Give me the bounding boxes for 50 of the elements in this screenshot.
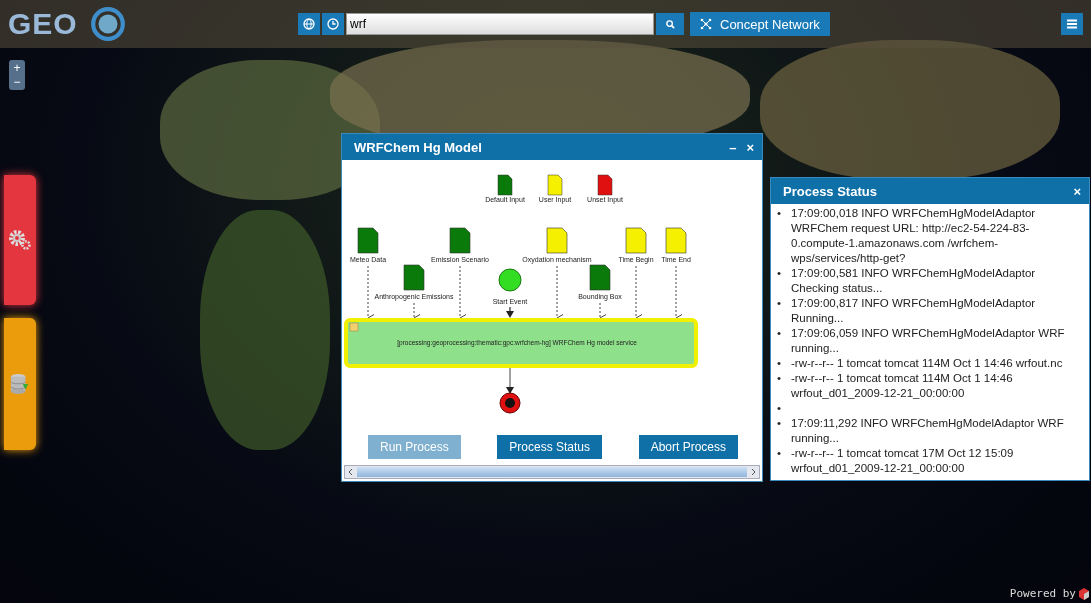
end-event-icon bbox=[499, 392, 521, 414]
gears-icon bbox=[8, 229, 32, 251]
search-field[interactable]: wrf bbox=[346, 13, 654, 35]
zoom-out-button[interactable]: − bbox=[10, 75, 24, 89]
log-entry: 17:09:11,292 INFO WRFChemHgModelAdaptor WRF running... bbox=[791, 416, 1065, 446]
arrow bbox=[506, 306, 514, 318]
logo-icon bbox=[1079, 587, 1089, 600]
concept-network-button[interactable]: Concept Network bbox=[690, 12, 830, 36]
bullet: • bbox=[777, 326, 783, 341]
dialog-title: WRFChem Hg Model bbox=[354, 139, 482, 155]
database-icon bbox=[10, 373, 30, 395]
clock-button[interactable] bbox=[322, 13, 344, 35]
network-icon bbox=[700, 18, 712, 30]
powered-by-text: Powered by bbox=[1009, 587, 1076, 600]
arrow bbox=[506, 367, 514, 394]
search-icon bbox=[664, 18, 676, 30]
note-icon bbox=[349, 322, 359, 332]
globe-button[interactable] bbox=[298, 13, 320, 35]
bullet: • bbox=[777, 416, 783, 431]
start-event-circle bbox=[498, 268, 522, 292]
log-entry: 17:09:00,018 INFO WRFChemHgModelAdaptor WRFChem request URL: http://ec2-54-224-83-0.compute-1.amazonaws.com /wrfchem-wps/services/http-get? bbox=[791, 206, 1037, 266]
horizontal-scrollbar[interactable] bbox=[344, 465, 760, 479]
logo: GEO bbox=[8, 7, 78, 41]
bullet: • bbox=[777, 371, 783, 386]
bullet: • bbox=[777, 446, 783, 461]
bullet: • bbox=[777, 206, 783, 221]
log-entry: 17:09:00,817 INFO WRFChemHgModelAdaptor Running... bbox=[791, 296, 1037, 326]
processing-side-tab[interactable] bbox=[4, 175, 36, 305]
minimize-button[interactable]: – bbox=[727, 139, 739, 155]
menu-button[interactable] bbox=[1061, 13, 1083, 35]
close-button[interactable]: × bbox=[1071, 183, 1083, 199]
bullet: • bbox=[777, 356, 783, 371]
log-entry: -rw-r--r-- 1 tomcat tomcat 17M Oct 12 15:09 wrfout_d01_2009-12-21_00:00:00 bbox=[791, 446, 1015, 476]
log-entry: -rw-r--r-- 1 tomcat tomcat 114M Oct 1 14:46 wrfout_d01_2009-12-21_00:00:00 bbox=[791, 371, 1014, 401]
bullet: • bbox=[777, 296, 783, 311]
globe-emblem-icon bbox=[89, 6, 126, 42]
process-button[interactable]: Process Status bbox=[497, 435, 602, 459]
clock-icon bbox=[327, 18, 339, 30]
log-entry: -rw-r--r-- 1 tomcat tomcat 114M Oct 1 14:46 wrfout.nc bbox=[791, 356, 1064, 371]
panel-title: Process Status bbox=[783, 183, 877, 199]
zoom-in-button[interactable]: + bbox=[10, 61, 24, 75]
close-button[interactable]: × bbox=[744, 139, 756, 155]
bullet: • bbox=[777, 266, 783, 281]
bullet: • bbox=[777, 401, 783, 416]
search-button[interactable] bbox=[656, 13, 684, 35]
process-button[interactable]: Abort Process bbox=[638, 435, 738, 459]
log-entry: 17:09:06,059 INFO WRFChemHgModelAdaptor WRF running... bbox=[791, 326, 1066, 356]
globe-icon bbox=[303, 18, 315, 30]
menu-icon bbox=[1066, 18, 1078, 30]
log-entry: 17:09:00,581 INFO WRFChemHgModelAdaptor Checking status... bbox=[791, 266, 1037, 296]
